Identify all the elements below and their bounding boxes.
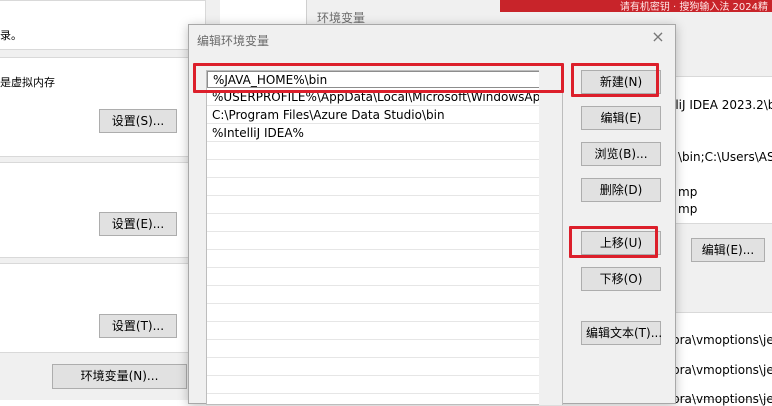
virtual-memory-panel: 是虚拟内存 设置(S)... bbox=[0, 57, 206, 157]
empty-row bbox=[207, 197, 562, 214]
user-var-value: \bin;C:\Users\ASUS bbox=[678, 150, 772, 164]
path-row[interactable]: %IntelliJ IDEA% bbox=[207, 125, 562, 142]
browse-button[interactable]: 浏览(B)... bbox=[581, 142, 661, 166]
empty-row bbox=[207, 269, 562, 286]
vertical-scrollbar[interactable] bbox=[539, 70, 562, 405]
performance-text: 录。 bbox=[0, 29, 22, 42]
empty-row bbox=[207, 341, 562, 358]
system-properties-window: 录。 是虚拟内存 设置(S)... 设置(E)... 设置(T)... 环境变量… bbox=[0, 0, 220, 400]
empty-row bbox=[207, 143, 562, 160]
highlight-path-entry bbox=[193, 63, 564, 93]
path-list[interactable]: %JAVA_HOME%\bin %USERPROFILE%\AppData\Lo… bbox=[206, 70, 563, 405]
env-edit-button[interactable]: 编辑(E)... bbox=[691, 238, 765, 262]
empty-row bbox=[207, 305, 562, 322]
empty-row bbox=[207, 179, 562, 196]
performance-panel: 录。 bbox=[0, 0, 206, 50]
highlight-new-button bbox=[571, 63, 659, 97]
highlight-move-up-button bbox=[569, 226, 658, 258]
settings-t-button[interactable]: 设置(T)... bbox=[99, 314, 177, 338]
delete-button[interactable]: 删除(D) bbox=[581, 178, 661, 202]
system-var-value: bra\vmoptions\jetb bbox=[672, 392, 772, 406]
edit-button[interactable]: 编辑(E) bbox=[581, 106, 661, 130]
system-var-value: bra\vmoptions\jetb bbox=[672, 363, 772, 377]
move-down-button[interactable]: 下移(O) bbox=[581, 267, 661, 291]
startup-recovery-panel: 设置(T)... bbox=[0, 263, 206, 353]
empty-row bbox=[207, 233, 562, 250]
empty-row bbox=[207, 377, 562, 394]
edit-text-button[interactable]: 编辑文本(T)... bbox=[581, 321, 662, 345]
environment-variables-button[interactable]: 环境变量(N)... bbox=[52, 364, 187, 389]
system-var-value: bra\vmoptions\jetb bbox=[672, 333, 772, 347]
virtual-memory-text: 是虚拟内存 bbox=[0, 76, 55, 89]
path-entry: C:\Program Files\Azure Data Studio\bin bbox=[212, 108, 445, 122]
empty-row bbox=[207, 161, 562, 178]
user-var-value: lliJ IDEA 2023.2\bi bbox=[672, 98, 772, 112]
user-var-value: mp bbox=[678, 202, 698, 216]
empty-row bbox=[207, 215, 562, 232]
close-icon[interactable]: × bbox=[651, 29, 665, 45]
settings-s-button[interactable]: 设置(S)... bbox=[99, 109, 177, 133]
empty-row bbox=[207, 251, 562, 268]
empty-row bbox=[207, 323, 562, 340]
user-var-value: mp bbox=[678, 185, 698, 199]
empty-row bbox=[207, 287, 562, 304]
dialog-title: 编辑环境变量 bbox=[197, 34, 270, 48]
ad-banner: 请有机密钥 · 搜狗输入法 2024精 bbox=[500, 0, 772, 12]
banner-text: 请有机密钥 · 搜狗输入法 2024精 bbox=[619, 2, 768, 12]
path-entry: %IntelliJ IDEA% bbox=[212, 126, 304, 140]
settings-e-button[interactable]: 设置(E)... bbox=[99, 212, 177, 236]
path-row[interactable]: C:\Program Files\Azure Data Studio\bin bbox=[207, 107, 562, 124]
empty-row bbox=[207, 359, 562, 376]
user-profiles-panel: 设置(E)... bbox=[0, 162, 206, 258]
